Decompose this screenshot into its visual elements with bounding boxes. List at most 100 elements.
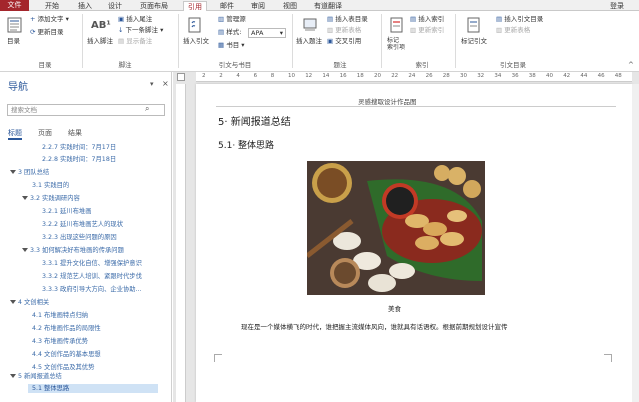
index-group-label: 索引 [415,61,429,69]
add-text-label: 添加文字 [37,15,64,23]
nav-heading-item[interactable]: 4.2 布堆画作品的局限性 [32,324,101,333]
food-image[interactable] [307,161,485,295]
horizontal-ruler[interactable]: 2 2 4 6 8 10 12 14 16 18 20 22 24 26 28 30 32 34 36 38 40 42 4… [196,72,632,82]
tab-results[interactable]: 结果 [68,128,82,138]
chevron-down-icon: ▾ [279,29,283,37]
next-footnote-label: 下一条脚注 [125,26,159,34]
ruler-tick-label: 34 [494,73,502,79]
body-paragraph[interactable]: 现在是一个媒体横飞的时代，谁把握主流媒体风向，谁就具有话语权。根据前期规划设计宣… [241,321,508,331]
search-input[interactable]: 搜索文档 [7,104,165,116]
insert-footnote-button[interactable]: 插入脚注 [87,37,113,46]
nav-heading-item[interactable]: 4.5 文创作品及其优势 [32,363,94,372]
manage-sources-button[interactable]: ▥ 管理源 [218,15,246,24]
tab-layout[interactable]: 页面布局 [140,1,168,11]
nav-heading-item[interactable]: 3.2.2 延川布堆画艺人的现状 [42,220,123,229]
insert-index-button[interactable]: ▤ 插入索引 [410,15,444,24]
tab-references[interactable]: 引用 [183,1,207,11]
nav-heading-item-selected[interactable]: 5.1 整体思路 [28,384,158,393]
cross-reference-button[interactable]: ▣ 交叉引用 [327,37,361,46]
divider [455,14,456,68]
ruler-tick-label: 18 [356,73,364,79]
nav-heading-item[interactable]: 5 新闻报道总结 [10,372,62,381]
style-dropdown[interactable]: APA ▾ [248,28,286,38]
update-toc-label: 更新目录 [37,28,64,36]
ruler-tick-label: 28 [442,73,450,79]
add-text-button[interactable]: + 添加文字 ▾ [30,15,69,24]
insert-caption-button[interactable]: 插入题注 [296,37,322,46]
nav-heading-item[interactable]: 3.3.2 规范艺人培训、紧跟时代步伐 [42,272,142,281]
divider [82,14,83,68]
tab-youdao[interactable]: 有道翻译 [314,1,342,11]
nav-heading-item[interactable]: 4 文创相关 [10,298,49,307]
file-tab[interactable]: 文件 [0,0,29,11]
nav-heading-label: 4 文创相关 [18,299,50,306]
ruler-tick-label: 42 [563,73,571,79]
toc-button[interactable]: 目录 [7,37,20,46]
nav-heading-item[interactable]: 3.3.1 提升文化自信、增强保护意识 [42,259,142,268]
ruler-tick-label: 22 [391,73,399,79]
signin-link[interactable]: 登录 [610,1,624,11]
close-icon[interactable]: × [162,79,169,88]
ruler-tick-label: 16 [339,73,347,79]
vertical-ruler[interactable] [176,84,186,402]
insert-table-of-figures-button[interactable]: ▤ 插入表目录 [327,15,368,24]
nav-heading-item[interactable]: 3.2.3 出现这些问题的原因 [42,233,117,242]
nav-heading-item[interactable]: 3 团队总结 [10,168,49,177]
expand-triangle-icon [10,374,16,378]
style-label: ▤ 样式: [218,28,242,36]
tab-mailings[interactable]: 邮件 [220,1,234,11]
heading-2[interactable]: 5.1· 整体思路 [218,138,274,151]
show-notes-label: 显示备注 [126,37,153,45]
citations-group-label: 引文与书目 [218,61,252,69]
nav-heading-item[interactable]: 3.3.3 政府引导大方向、企业协助... [42,285,142,294]
bibliography-button[interactable]: ▦ 书目 ▾ [218,41,245,50]
expand-triangle-icon [22,196,28,200]
tab-view[interactable]: 视图 [283,1,297,11]
tab-headings[interactable]: 标题 [8,128,22,140]
nav-heading-item[interactable]: 2.2.7 实践时间：7月17日 [42,143,116,152]
heading-1[interactable]: 5· 新闻报道总结 [218,113,291,128]
document-page[interactable]: 灵感搜取设计作品图 5· 新闻报道总结 5.1· 整体思路 美食 现在是一个媒体… [196,84,632,402]
nav-heading-item[interactable]: 4.3 布堆画传承优势 [32,337,88,346]
show-notes-button[interactable]: ▤ 显示备注 [118,37,152,46]
tab-pages[interactable]: 页面 [38,128,52,138]
next-footnote-button[interactable]: ↓ 下一条脚注 ▾ [118,26,163,35]
ruler-tick-label: 32 [477,73,485,79]
nav-options-icon[interactable]: ▾ [150,80,154,88]
ruler-tick-label: 30 [460,73,467,79]
mark-citation-button[interactable]: 标记引文 [461,37,487,46]
nav-heading-item[interactable]: 3.2 实践调研内容 [22,194,80,203]
ruler-tick-label: 10 [288,73,295,79]
mark-entry-button[interactable]: 标记 索引项 [387,37,405,51]
ruler-tick-label: 14 [322,73,330,79]
update-toa-button[interactable]: ▥ 更新表格 [496,26,530,35]
update-index-button[interactable]: ▥ 更新索引 [410,26,444,35]
expand-triangle-icon [10,300,16,304]
ruler-tick-label: 48 [614,73,622,79]
insert-endnote-button[interactable]: ▣ 插入尾注 [118,15,152,24]
expand-triangle-icon [22,248,28,252]
collapse-ribbon-icon[interactable]: ^ [628,61,634,69]
tab-selector[interactable] [177,73,185,81]
nav-heading-label: 3.2 实践调研内容 [30,195,80,202]
nav-heading-item[interactable]: 3.1 实践目的 [32,181,69,190]
insert-endnote-label: 插入尾注 [126,15,153,23]
navigation-pane: 导航 ▾ × 搜索文档 ⌕ 标题 页面 结果 2.2.7 实践时间：7月17日 … [0,72,172,402]
tab-insert[interactable]: 插入 [78,1,92,11]
nav-heading-item[interactable]: 3.3 如何解决好布堆画的传承问题 [22,246,124,255]
update-toc-button[interactable]: ⟳ 更新目录 [30,28,64,37]
ruler-tick-label: 26 [425,73,433,79]
nav-heading-item[interactable]: 4.1 布堆画特点归纳 [32,311,88,320]
tab-design[interactable]: 设计 [108,1,122,11]
nav-heading-item[interactable]: 2.2.8 实践时间：7月18日 [42,155,116,164]
tab-home[interactable]: 开始 [45,1,59,11]
update-figures-table-button[interactable]: ▥ 更新表格 [327,26,361,35]
ruler-tick-label: 24 [408,73,416,79]
vertical-scrollbar[interactable] [632,84,639,402]
tab-review[interactable]: 审阅 [251,1,265,11]
nav-heading-item[interactable]: 3.2.1 延川布堆画 [42,207,92,216]
insert-toa-button[interactable]: ▤ 插入引文目录 [496,15,543,24]
nav-heading-item[interactable]: 4.4 文创作品的基本思想 [32,350,101,359]
search-icon[interactable]: ⌕ [145,104,149,114]
insert-citation-button[interactable]: 插入引文 [183,37,209,46]
